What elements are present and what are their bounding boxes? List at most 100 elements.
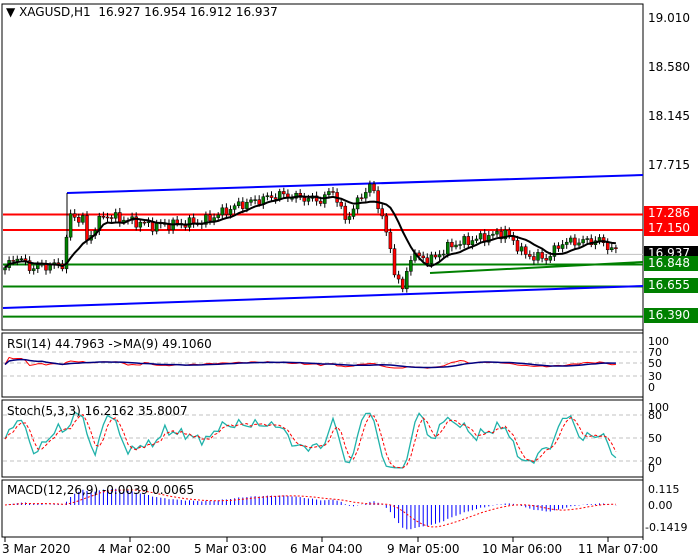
candle-body: [241, 201, 245, 209]
candle-body: [19, 258, 24, 260]
candle-body: [507, 229, 512, 236]
time-axis-label: 6 Mar 04:00: [290, 542, 363, 556]
candle-body: [614, 247, 618, 249]
candle-body: [77, 217, 81, 223]
moving-average-line: [4, 195, 616, 269]
time-axis-label: 5 Mar 03:00: [194, 542, 267, 556]
symbol-label: XAGUSD,H1: [19, 5, 91, 19]
time-axis-label: 3 Mar 2020: [2, 542, 71, 556]
candle-body: [224, 207, 229, 215]
candle-body: [523, 246, 528, 255]
candle-body: [388, 231, 393, 249]
candle-body: [48, 264, 52, 271]
ohlc-close: 16.937: [235, 5, 278, 19]
candle-body: [257, 199, 261, 205]
candle-body: [577, 242, 581, 246]
candle-body: [44, 263, 48, 271]
candle-body: [466, 236, 471, 246]
candle-body: [347, 216, 352, 220]
candle-body: [81, 215, 85, 223]
stoch-scale-label: 0: [648, 462, 655, 475]
candle-body: [11, 260, 15, 262]
candle-body: [56, 262, 61, 265]
candle-body: [15, 258, 20, 262]
candle-body: [392, 248, 397, 276]
rsi-scale-label: 0: [648, 381, 655, 394]
resistance-1-tag: 17.150: [644, 221, 698, 236]
candle-body: [31, 268, 36, 271]
candle-body: [138, 221, 143, 228]
chart-header: ▼ XAGUSD,H1 16.927 16.954 16.912 16.937: [6, 5, 278, 19]
candle-body: [175, 219, 179, 224]
support-2-tag: 16.655: [644, 278, 698, 293]
candle-body: [302, 197, 307, 202]
candle-body: [581, 239, 585, 244]
candle-body: [236, 201, 241, 206]
candle-body: [536, 252, 540, 261]
stoch-main-line: [4, 411, 617, 469]
candle-body: [376, 190, 380, 209]
candle-body: [232, 205, 237, 210]
candle-body: [228, 209, 233, 215]
candle-body: [72, 213, 77, 218]
candle-body: [253, 199, 257, 201]
candle-body: [351, 208, 356, 217]
candle-body: [548, 256, 553, 261]
candle-body: [212, 217, 216, 222]
stoch-scale-label: 80: [648, 409, 662, 422]
collapse-triangle-icon[interactable]: ▼: [6, 5, 15, 19]
stoch-scale-label: 50: [648, 432, 662, 445]
candle-body: [85, 215, 89, 241]
candle-body: [306, 198, 311, 202]
candle-body: [462, 236, 466, 245]
candle-body: [384, 215, 389, 233]
candle-body: [495, 231, 499, 235]
chart-canvas[interactable]: [0, 0, 700, 560]
candle-body: [478, 233, 483, 240]
ohlc-low: 16.912: [190, 5, 232, 19]
time-axis-label: 4 Mar 02:00: [98, 542, 171, 556]
price-scale-label: 18.145: [648, 109, 690, 123]
support-3-tag: 16.390: [644, 308, 698, 323]
candle-body: [421, 255, 425, 259]
candle-body: [585, 238, 589, 240]
candle-body: [474, 238, 479, 241]
candle-body: [429, 254, 434, 264]
channel-lower-line: [2, 285, 644, 309]
candle-body: [113, 212, 118, 219]
candle-body: [273, 197, 278, 200]
candle-body: [208, 214, 212, 222]
support-1-tag: 16.848: [644, 256, 698, 271]
candle-body: [425, 257, 430, 264]
candle-body: [146, 221, 151, 224]
candle-body: [437, 254, 442, 258]
candle-body: [368, 183, 372, 193]
macd-label: MACD(12,26,9) -0.0039 0.0065: [7, 483, 195, 497]
candle-body: [327, 191, 331, 195]
candle-body: [605, 242, 610, 251]
price-scale-label: 19.010: [648, 11, 690, 25]
ohlc-high: 16.954: [144, 5, 187, 19]
candle-body: [109, 217, 114, 219]
candle-body: [142, 221, 147, 224]
candle-body: [101, 216, 106, 218]
candle-body: [331, 191, 335, 193]
candle-body: [560, 244, 565, 249]
candle-body: [282, 191, 286, 195]
candle-body: [68, 213, 73, 238]
candle-body: [470, 240, 475, 246]
candle-body: [556, 245, 561, 249]
candle-body: [564, 241, 569, 245]
candle-body: [396, 274, 401, 280]
candle-body: [446, 241, 450, 255]
price-scale-label: 17.715: [648, 158, 690, 172]
candle-body: [540, 252, 544, 259]
candle-body: [372, 183, 376, 191]
candle-body: [150, 221, 155, 232]
candle-body: [265, 195, 270, 197]
time-axis-label: 10 Mar 06:00: [482, 542, 563, 556]
candle-body: [339, 202, 343, 207]
macd-scale-label: -0.1419: [645, 521, 688, 534]
candle-body: [343, 205, 348, 220]
candle-body: [105, 216, 110, 219]
